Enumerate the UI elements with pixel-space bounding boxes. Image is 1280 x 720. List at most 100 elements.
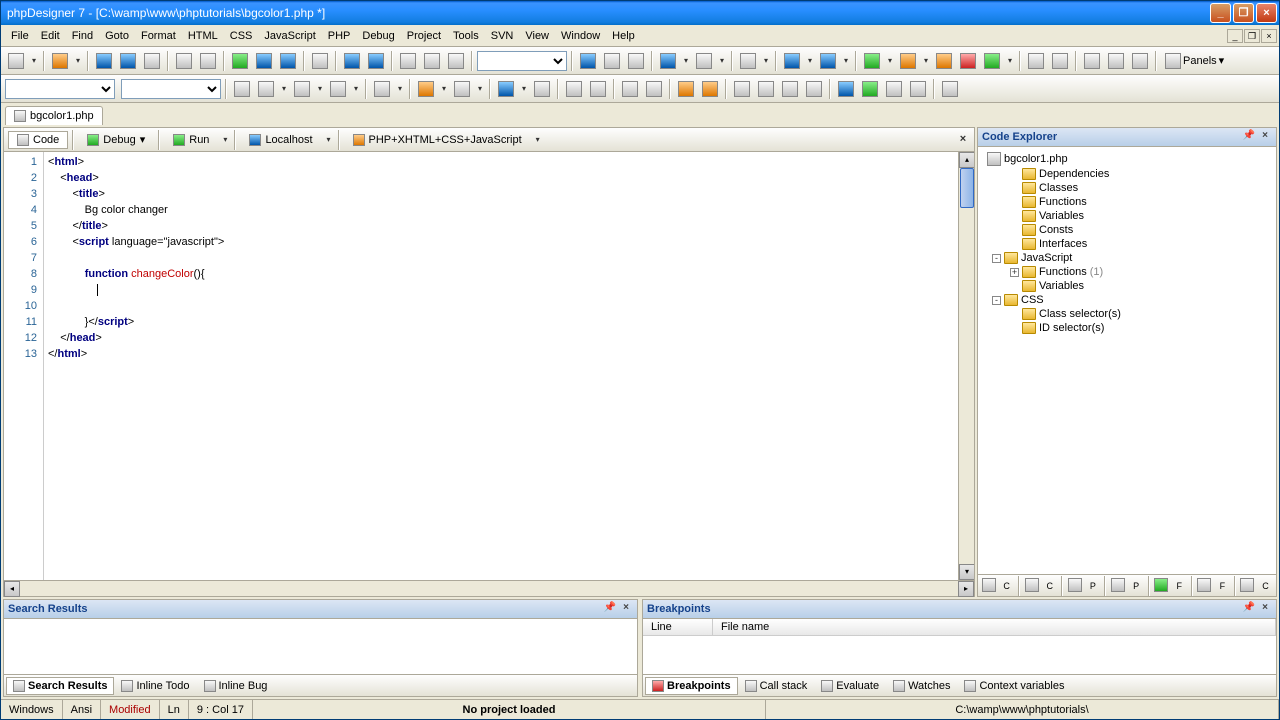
minimize-button[interactable]: _ bbox=[1210, 3, 1231, 23]
nav-back-button[interactable] bbox=[781, 50, 803, 72]
bp-close-button[interactable]: × bbox=[1258, 602, 1272, 616]
paste2-button[interactable] bbox=[445, 50, 467, 72]
tab-evaluate[interactable]: Evaluate bbox=[814, 677, 886, 695]
col-filename[interactable]: File name bbox=[713, 619, 1276, 635]
goto-line-button[interactable] bbox=[495, 78, 517, 100]
mdi-restore[interactable]: ❐ bbox=[1244, 29, 1260, 43]
term-b-button[interactable] bbox=[755, 78, 777, 100]
tool-b-dropdown[interactable]: ▾ bbox=[921, 50, 931, 72]
bookmark-dropdown[interactable]: ▾ bbox=[681, 50, 691, 72]
uncomment-button[interactable] bbox=[643, 78, 665, 100]
tree-item[interactable]: Variables bbox=[980, 209, 1274, 223]
tree-item[interactable]: Classes bbox=[980, 181, 1274, 195]
et-btn-6[interactable]: P bbox=[1084, 577, 1101, 595]
menu-help[interactable]: Help bbox=[606, 28, 641, 44]
open-button[interactable] bbox=[49, 50, 71, 72]
tree-item[interactable]: Consts bbox=[980, 223, 1274, 237]
tag-e-dropdown[interactable]: ▾ bbox=[395, 78, 405, 100]
scroll-up-button[interactable]: ▴ bbox=[959, 152, 974, 168]
et-btn-7[interactable] bbox=[1109, 577, 1126, 595]
search-close-button[interactable]: × bbox=[619, 602, 633, 616]
tree-item[interactable]: ID selector(s) bbox=[980, 321, 1274, 335]
tag-d-button[interactable] bbox=[327, 78, 349, 100]
et-btn-11[interactable] bbox=[1196, 577, 1213, 595]
tool-b-button[interactable] bbox=[897, 50, 919, 72]
menu-format[interactable]: Format bbox=[135, 28, 182, 44]
tab-breakpoints[interactable]: Breakpoints bbox=[645, 677, 738, 695]
localhost-button[interactable]: Localhost bbox=[240, 131, 321, 149]
tool-a-button[interactable] bbox=[861, 50, 883, 72]
menu-svn[interactable]: SVN bbox=[485, 28, 520, 44]
tree-item[interactable]: Variables bbox=[980, 279, 1274, 293]
tab-inline-bug[interactable]: Inline Bug bbox=[197, 677, 275, 695]
tool-a-dropdown[interactable]: ▾ bbox=[885, 50, 895, 72]
horizontal-scrollbar[interactable]: ◂ ▸ bbox=[4, 580, 974, 596]
menu-html[interactable]: HTML bbox=[182, 28, 224, 44]
menu-view[interactable]: View bbox=[519, 28, 555, 44]
highlight-dropdown[interactable]: ▾ bbox=[439, 78, 449, 100]
et-btn-4[interactable]: C bbox=[1041, 577, 1058, 595]
bookmark2-button[interactable] bbox=[693, 50, 715, 72]
panel-close-button[interactable]: × bbox=[1258, 130, 1272, 144]
goto2-button[interactable] bbox=[531, 78, 553, 100]
tag-e-button[interactable] bbox=[371, 78, 393, 100]
image-button[interactable] bbox=[859, 78, 881, 100]
file-tab[interactable]: bgcolor1.php bbox=[5, 106, 103, 125]
mdi-minimize[interactable]: _ bbox=[1227, 29, 1243, 43]
menu-edit[interactable]: Edit bbox=[35, 28, 66, 44]
help-a-button[interactable] bbox=[675, 78, 697, 100]
maximize-button[interactable]: ❐ bbox=[1233, 3, 1254, 23]
copy2-button[interactable] bbox=[421, 50, 443, 72]
tab-search-results[interactable]: Search Results bbox=[6, 677, 114, 695]
tool-c-button[interactable] bbox=[933, 50, 955, 72]
goto-dropdown[interactable]: ▾ bbox=[519, 78, 529, 100]
bookmark-button[interactable] bbox=[657, 50, 679, 72]
et-btn-13[interactable] bbox=[1239, 577, 1256, 595]
copy-button[interactable] bbox=[173, 50, 195, 72]
explorer-tree[interactable]: bgcolor1.php DependenciesClassesFunction… bbox=[977, 147, 1277, 575]
browser-home-button[interactable] bbox=[277, 50, 299, 72]
redo-button[interactable] bbox=[365, 50, 387, 72]
tree-item[interactable]: +Functions (1) bbox=[980, 265, 1274, 279]
et-btn-3[interactable] bbox=[1023, 577, 1040, 595]
code-view-button[interactable]: Code bbox=[8, 131, 68, 149]
search-panel-header[interactable]: Search Results 📌 × bbox=[3, 599, 638, 619]
run-dropdown[interactable]: ▾ bbox=[220, 129, 230, 151]
comment-button[interactable] bbox=[619, 78, 641, 100]
menu-goto[interactable]: Goto bbox=[99, 28, 135, 44]
undo-button[interactable] bbox=[341, 50, 363, 72]
size-combo[interactable] bbox=[121, 79, 221, 99]
browser-stop-button[interactable] bbox=[253, 50, 275, 72]
localhost-dropdown[interactable]: ▾ bbox=[324, 129, 334, 151]
save-as-button[interactable] bbox=[141, 50, 163, 72]
layout-b-button[interactable] bbox=[1049, 50, 1071, 72]
col-line[interactable]: Line bbox=[643, 619, 713, 635]
scroll-right-button[interactable]: ▸ bbox=[958, 581, 974, 597]
form-button[interactable] bbox=[939, 78, 961, 100]
list-button[interactable] bbox=[907, 78, 929, 100]
tab-callstack[interactable]: Call stack bbox=[738, 677, 815, 695]
paste-button[interactable] bbox=[197, 50, 219, 72]
print-button[interactable] bbox=[309, 50, 331, 72]
menu-tools[interactable]: Tools bbox=[447, 28, 485, 44]
menu-php[interactable]: PHP bbox=[322, 28, 357, 44]
go-button[interactable] bbox=[577, 50, 599, 72]
tool-d-button[interactable] bbox=[957, 50, 979, 72]
browser-refresh-button[interactable] bbox=[229, 50, 251, 72]
open-dropdown[interactable]: ▾ bbox=[73, 50, 83, 72]
editor-close-button[interactable]: × bbox=[956, 133, 970, 147]
fwd-dropdown[interactable]: ▾ bbox=[841, 50, 851, 72]
et-btn-14[interactable]: C bbox=[1257, 577, 1274, 595]
et-btn-10[interactable]: F bbox=[1171, 577, 1188, 595]
panel-header[interactable]: Code Explorer 📌 × bbox=[977, 127, 1277, 147]
find-button[interactable] bbox=[601, 50, 623, 72]
vertical-scrollbar[interactable]: ▴ ▾ bbox=[958, 152, 974, 580]
syntax-button[interactable]: PHP+XHTML+CSS+JavaScript bbox=[344, 131, 531, 149]
et-btn-9[interactable] bbox=[1153, 577, 1170, 595]
scroll-down-button[interactable]: ▾ bbox=[959, 564, 974, 580]
save-button[interactable] bbox=[93, 50, 115, 72]
tool-e-button[interactable] bbox=[981, 50, 1003, 72]
tree-item[interactable]: Class selector(s) bbox=[980, 307, 1274, 321]
pin-button[interactable]: 📌 bbox=[1242, 130, 1256, 144]
save-all-button[interactable] bbox=[117, 50, 139, 72]
